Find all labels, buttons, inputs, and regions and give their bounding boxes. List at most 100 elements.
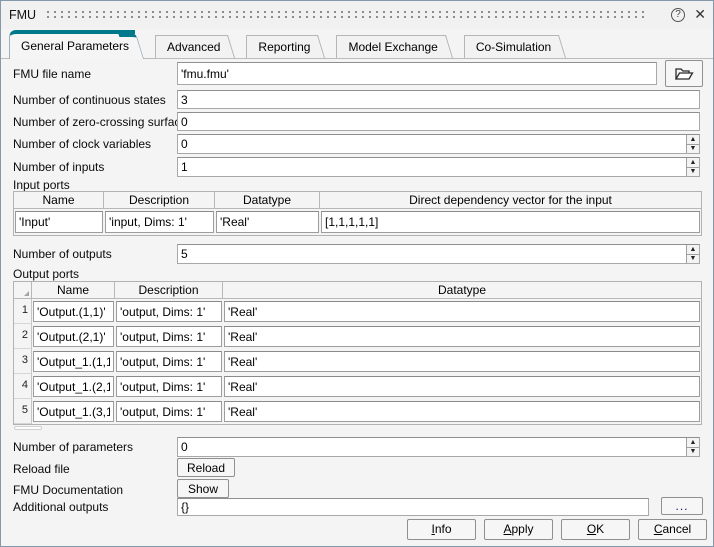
tab-reporting[interactable]: Reporting [246, 35, 316, 58]
row-number: 3 [14, 349, 32, 374]
num-parameters-label: Number of parameters [13, 440, 133, 454]
reload-button[interactable]: Reload [177, 458, 235, 477]
close-icon[interactable]: ✕ [694, 6, 706, 22]
num-inputs-label: Number of inputs [13, 160, 104, 174]
input-port-name-cell[interactable] [15, 211, 103, 233]
output-port-name-cell[interactable] [33, 376, 114, 397]
tab-label: Advanced [167, 40, 220, 54]
num-parameters-input[interactable] [177, 437, 700, 457]
spin-up-icon[interactable]: ▲ [687, 135, 699, 145]
row-num-outputs: Number of outputs ▲▼ [13, 244, 700, 264]
spin-up-icon[interactable]: ▲ [687, 245, 699, 255]
ellipsis-button[interactable]: ... [661, 497, 703, 515]
output-port-description-cell[interactable] [116, 326, 222, 347]
tab-co-simulation[interactable]: Co-Simulation [464, 35, 557, 58]
row-additional-outputs: Additional outputs [13, 498, 700, 516]
output-port-description-cell[interactable] [116, 301, 222, 322]
reload-file-label: Reload file [13, 462, 70, 476]
column-header: Name [32, 282, 115, 299]
cancel-button[interactable]: Cancel [638, 519, 707, 540]
row-continuous-states: Number of continuous states [13, 90, 700, 109]
num-outputs-spinner: ▲▼ [686, 245, 699, 263]
fmu-dialog: FMU ? ✕ General Parameters Advanced Repo… [0, 0, 714, 547]
output-ports-table: Name Description Datatype 1 2 3 4 5 [13, 281, 702, 425]
input-ports-table: Name Description Datatype Direct depende… [13, 191, 702, 236]
input-port-dependency-cell[interactable] [321, 211, 700, 233]
output-port-description-cell[interactable] [116, 401, 222, 422]
column-header: Datatype [215, 192, 320, 209]
input-ports-label: Input ports [13, 178, 70, 192]
row-fmu-file: FMU file name [13, 62, 700, 85]
table-corner-cell [14, 282, 32, 299]
num-inputs-input[interactable] [177, 157, 700, 177]
grip-dots [47, 16, 645, 18]
row-number: 1 [14, 299, 32, 324]
spin-down-icon[interactable]: ▼ [687, 145, 699, 154]
output-port-name-cell[interactable] [33, 351, 114, 372]
apply-button[interactable]: Apply [484, 519, 553, 540]
show-documentation-button[interactable]: Show [177, 479, 229, 498]
spin-up-icon[interactable]: ▲ [687, 438, 699, 448]
row-num-parameters: Number of parameters ▲▼ [13, 437, 700, 457]
column-header: Name [14, 192, 104, 209]
window-title: FMU [9, 8, 36, 22]
output-port-name-cell[interactable] [33, 401, 114, 422]
column-header: Datatype [223, 282, 701, 299]
output-port-name-cell[interactable] [33, 301, 114, 322]
row-zero-crossing: Number of zero-crossing surfaces [13, 112, 700, 131]
zero-crossing-label: Number of zero-crossing surfaces [13, 115, 193, 129]
clock-variables-input[interactable] [177, 134, 700, 154]
row-num-inputs: Number of inputs ▲▼ [13, 157, 700, 177]
fmu-file-label: FMU file name [13, 67, 91, 81]
num-outputs-input[interactable] [177, 244, 700, 264]
additional-outputs-input[interactable] [177, 498, 649, 516]
spin-down-icon[interactable]: ▼ [687, 448, 699, 457]
grip-dots [47, 11, 645, 13]
tab-general-parameters[interactable]: General Parameters [9, 30, 135, 59]
button-label: OK [562, 520, 629, 539]
title-bar: FMU ? ✕ [1, 1, 713, 29]
ellipsis-icon: ... [675, 499, 688, 513]
input-port-datatype-cell[interactable] [216, 211, 319, 233]
button-label: Cancel [639, 520, 706, 539]
output-port-description-cell[interactable] [116, 376, 222, 397]
row-number: 2 [14, 324, 32, 349]
zero-crossing-input[interactable] [177, 112, 700, 131]
column-header: Description [115, 282, 223, 299]
output-port-description-cell[interactable] [116, 351, 222, 372]
additional-outputs-label: Additional outputs [13, 500, 108, 514]
spin-down-icon[interactable]: ▼ [687, 168, 699, 177]
input-port-description-cell[interactable] [105, 211, 214, 233]
num-outputs-label: Number of outputs [13, 247, 112, 261]
continuous-states-input[interactable] [177, 90, 700, 109]
output-port-name-cell[interactable] [33, 326, 114, 347]
ok-button[interactable]: OK [561, 519, 630, 540]
tab-model-exchange[interactable]: Model Exchange [336, 35, 443, 58]
output-port-datatype-cell[interactable] [224, 401, 700, 422]
row-number: 5 [14, 399, 32, 424]
spin-up-icon[interactable]: ▲ [687, 158, 699, 168]
output-port-datatype-cell[interactable] [224, 326, 700, 347]
output-port-datatype-cell[interactable] [224, 376, 700, 397]
fmu-documentation-label: FMU Documentation [13, 483, 123, 497]
drag-grip[interactable] [47, 11, 645, 21]
folder-open-icon [674, 66, 694, 82]
help-icon[interactable]: ? [671, 8, 685, 22]
column-header: Direct dependency vector for the input [320, 192, 701, 209]
tab-advanced[interactable]: Advanced [155, 35, 226, 58]
clock-variables-spinner: ▲▼ [686, 135, 699, 153]
tab-label: Co-Simulation [476, 40, 551, 54]
row-clock-variables: Number of clock variables ▲▼ [13, 134, 700, 154]
column-header: Description [104, 192, 215, 209]
fmu-file-input[interactable] [177, 62, 657, 85]
button-label: Apply [485, 520, 552, 539]
browse-file-button[interactable] [665, 60, 703, 87]
row-number: 4 [14, 374, 32, 399]
spin-down-icon[interactable]: ▼ [687, 255, 699, 264]
output-port-datatype-cell[interactable] [224, 351, 700, 372]
info-button[interactable]: Info [407, 519, 476, 540]
tab-label: General Parameters [21, 39, 129, 53]
table-hscrollbar-thumb[interactable] [14, 426, 42, 430]
tab-bar: General Parameters Advanced Reporting Mo… [1, 29, 713, 59]
output-port-datatype-cell[interactable] [224, 301, 700, 322]
